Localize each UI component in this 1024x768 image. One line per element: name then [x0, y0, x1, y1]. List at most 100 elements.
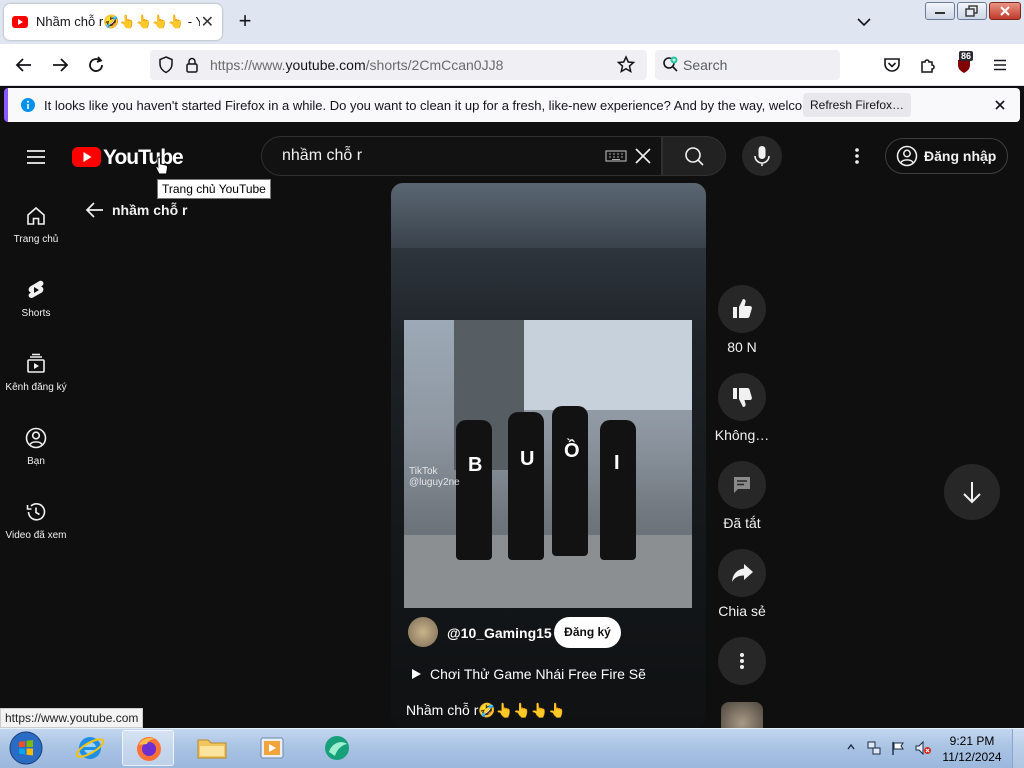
video-person [600, 420, 636, 560]
sign-in-button[interactable]: Đăng nhập [885, 138, 1008, 174]
voice-search-mic-icon[interactable] [742, 136, 782, 176]
video-person [508, 412, 544, 560]
next-short-button[interactable] [944, 464, 1000, 520]
taskbar-explorer-icon[interactable] [186, 730, 238, 766]
url-text[interactable]: https://www.youtube.com/shorts/2CmCcan0J… [210, 57, 503, 73]
window-minimize-button[interactable] [925, 2, 955, 20]
channel-name[interactable]: @10_Gaming15 [447, 625, 552, 641]
tiktok-watermark: TikTok @luguy2ne [409, 466, 460, 488]
tiktok-watermark-handle: @luguy2ne [409, 477, 460, 488]
search-input-value[interactable]: nhầm chỗ r [282, 147, 362, 165]
video-background [391, 183, 706, 248]
shirt-letter: B [468, 454, 483, 476]
action-center-flag-icon[interactable] [890, 740, 906, 756]
channel-avatar[interactable] [408, 617, 438, 647]
play-icon[interactable] [410, 668, 422, 680]
mouse-pointer-hand-icon [155, 156, 169, 176]
guide-menu-icon[interactable] [24, 145, 48, 169]
back-arrow-icon[interactable] [84, 199, 106, 221]
window-restore-button[interactable] [957, 2, 987, 20]
dislike-label: Không… [714, 427, 770, 443]
tab-title: Nhầm chỗ r🤣👆👆👆👆 - YouTube [36, 14, 200, 29]
info-icon [20, 97, 36, 113]
tray-expand-icon[interactable] [846, 742, 856, 752]
keyboard-icon[interactable] [605, 149, 627, 163]
taskbar-clock[interactable]: 9:21 PM 11/12/2024 [936, 733, 1008, 765]
thumbs-up-icon [733, 299, 752, 318]
new-tab-button[interactable]: + [233, 10, 257, 34]
taskbar-media-player-icon[interactable] [246, 730, 298, 766]
clock-date: 11/12/2024 [942, 750, 1002, 764]
sign-in-label: Đăng nhập [924, 148, 997, 164]
home-icon [24, 204, 48, 228]
account-circle-icon [896, 145, 918, 167]
lock-icon[interactable] [180, 53, 204, 77]
extensions-puzzle-icon[interactable] [916, 53, 940, 77]
tab-list-chevron-icon[interactable] [852, 12, 876, 32]
sidebar-item-shorts[interactable]: Shorts [0, 278, 72, 319]
reload-icon[interactable] [84, 53, 108, 77]
bookmark-star-icon[interactable] [614, 53, 638, 77]
show-desktop-button[interactable] [1012, 729, 1024, 768]
taskbar-firefox-icon[interactable] [122, 730, 174, 766]
video-person [456, 420, 492, 560]
more-vertical-icon [740, 653, 744, 669]
subscribe-button[interactable]: Đăng ký [554, 617, 621, 648]
sidebar-item-label: Shorts [21, 308, 51, 319]
account-icon [24, 426, 48, 450]
video-road [404, 535, 692, 608]
dislike-button[interactable] [718, 373, 766, 421]
start-button[interactable] [6, 729, 46, 767]
browser-tab[interactable]: Nhầm chỗ r🤣👆👆👆👆 - YouTube ✕ [4, 4, 222, 40]
extension-badge: 86 [959, 51, 974, 61]
video-frame[interactable]: B U Ồ I [404, 320, 692, 608]
sidebar-item-you[interactable]: Bạn [0, 426, 72, 467]
window-close-button[interactable] [989, 2, 1021, 20]
notification-message: It looks like you haven't started Firefo… [44, 98, 855, 113]
refresh-firefox-button[interactable]: Refresh Firefox… [803, 93, 911, 117]
taskbar-ie-icon[interactable] [64, 730, 116, 766]
thumbs-down-icon [733, 388, 752, 407]
sidebar-item-home[interactable]: Trang chủ [0, 204, 72, 245]
share-button[interactable] [718, 549, 766, 597]
logo-tooltip: Trang chủ YouTube [157, 179, 271, 199]
subscriptions-icon [24, 352, 48, 376]
related-video-title[interactable]: Chơi Thử Game Nhái Free Fire Sẽ [430, 666, 646, 682]
sidebar-item-label: Bạn [27, 456, 45, 467]
comments-button[interactable] [718, 461, 766, 509]
clock-time: 9:21 PM [949, 734, 995, 748]
youtube-favicon-icon [12, 16, 28, 28]
tracking-protection-shield-icon[interactable] [154, 53, 178, 77]
short-caption: Nhầm chỗ r🤣👆👆👆👆 [406, 702, 566, 718]
tab-close-icon[interactable]: ✕ [201, 12, 214, 32]
comment-icon [734, 477, 750, 493]
forward-icon[interactable] [48, 53, 72, 77]
hamburger-menu-icon[interactable] [988, 53, 1012, 77]
status-link-preview: https://www.youtube.com [0, 708, 144, 728]
video-person [552, 406, 588, 556]
taskbar-app-icon[interactable] [310, 730, 362, 766]
like-button[interactable] [718, 285, 766, 333]
share-label: Chia sẻ [718, 603, 766, 619]
sidebar-item-subscriptions[interactable]: Kênh đăng ký [0, 352, 72, 393]
back-icon[interactable] [12, 53, 36, 77]
settings-more-icon[interactable] [845, 144, 869, 168]
pocket-icon[interactable] [880, 53, 904, 77]
shirt-letter: U [520, 448, 535, 470]
shirt-letter: I [614, 452, 620, 474]
sidebar-item-history[interactable]: Video đã xem [0, 500, 72, 541]
arrow-down-icon [963, 482, 981, 504]
video-wall [524, 320, 692, 410]
more-actions-button[interactable] [718, 637, 766, 685]
shorts-icon [24, 278, 48, 302]
sidebar-item-label: Trang chủ [13, 234, 59, 245]
like-count: 80 N [727, 339, 757, 355]
youtube-logo-text[interactable]: YouTube [103, 146, 184, 170]
volume-muted-icon[interactable] [914, 740, 932, 756]
notification-close-icon[interactable] [992, 97, 1008, 113]
youtube-search-button[interactable] [662, 136, 726, 176]
search-query-label[interactable]: nhầm chỗ r [112, 202, 187, 218]
network-tray-icon[interactable] [866, 740, 882, 756]
comments-label: Đã tắt [723, 515, 761, 531]
clear-search-icon[interactable] [632, 145, 654, 167]
